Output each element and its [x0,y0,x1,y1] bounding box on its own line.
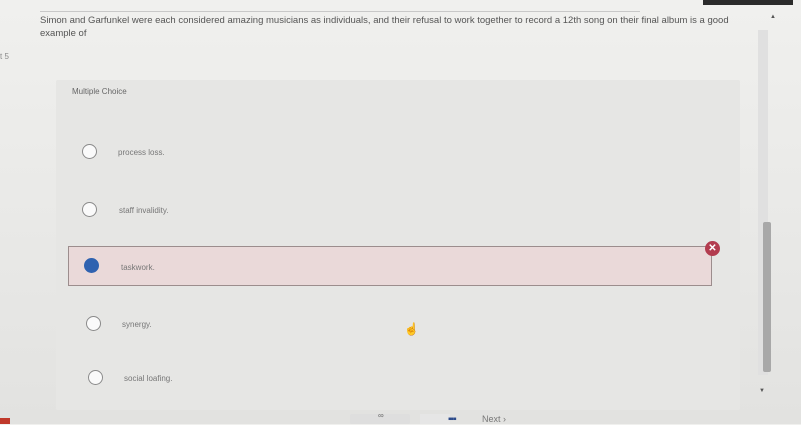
next-label: Next [482,414,501,424]
option-taskwork[interactable]: taskwork. [82,256,702,296]
next-button[interactable]: Next › [482,414,506,424]
option-staff-invalidity[interactable]: staff invalidity. [80,200,720,240]
radio-button[interactable] [86,316,101,331]
footer-control-secondary[interactable] [420,414,450,424]
option-label: synergy. [122,320,152,329]
option-social-loafing[interactable]: social loafing. [86,368,726,408]
hand-cursor-icon: ☝ [404,322,419,336]
radio-button[interactable] [82,144,97,159]
grid-icon[interactable]: ▪▪▪ [448,414,457,425]
scroll-down-icon[interactable]: ▼ [759,388,765,394]
radio-button-selected[interactable] [84,258,99,273]
answer-panel [56,80,740,410]
incorrect-icon: ✕ [705,241,720,256]
link-icon[interactable]: ∞ [378,411,384,420]
question-number: t 5 [0,52,9,61]
radio-button[interactable] [88,370,103,385]
option-label: social loafing. [124,374,173,383]
question-text: Simon and Garfunkel were each considered… [40,15,729,39]
option-process-loss[interactable]: process loss. [80,142,720,182]
option-label: staff invalidity. [119,206,169,215]
option-label: process loss. [118,148,165,157]
option-label: taskwork. [121,263,155,272]
header-dark-strip [703,0,793,5]
radio-button[interactable] [82,202,97,217]
scroll-up-icon[interactable]: ▲ [770,14,776,20]
chevron-right-icon: › [503,414,507,424]
top-divider [40,11,640,12]
question-type-label: Multiple Choice [72,87,127,96]
scrollbar-thumb[interactable] [763,222,771,372]
corner-indicator [0,418,10,424]
